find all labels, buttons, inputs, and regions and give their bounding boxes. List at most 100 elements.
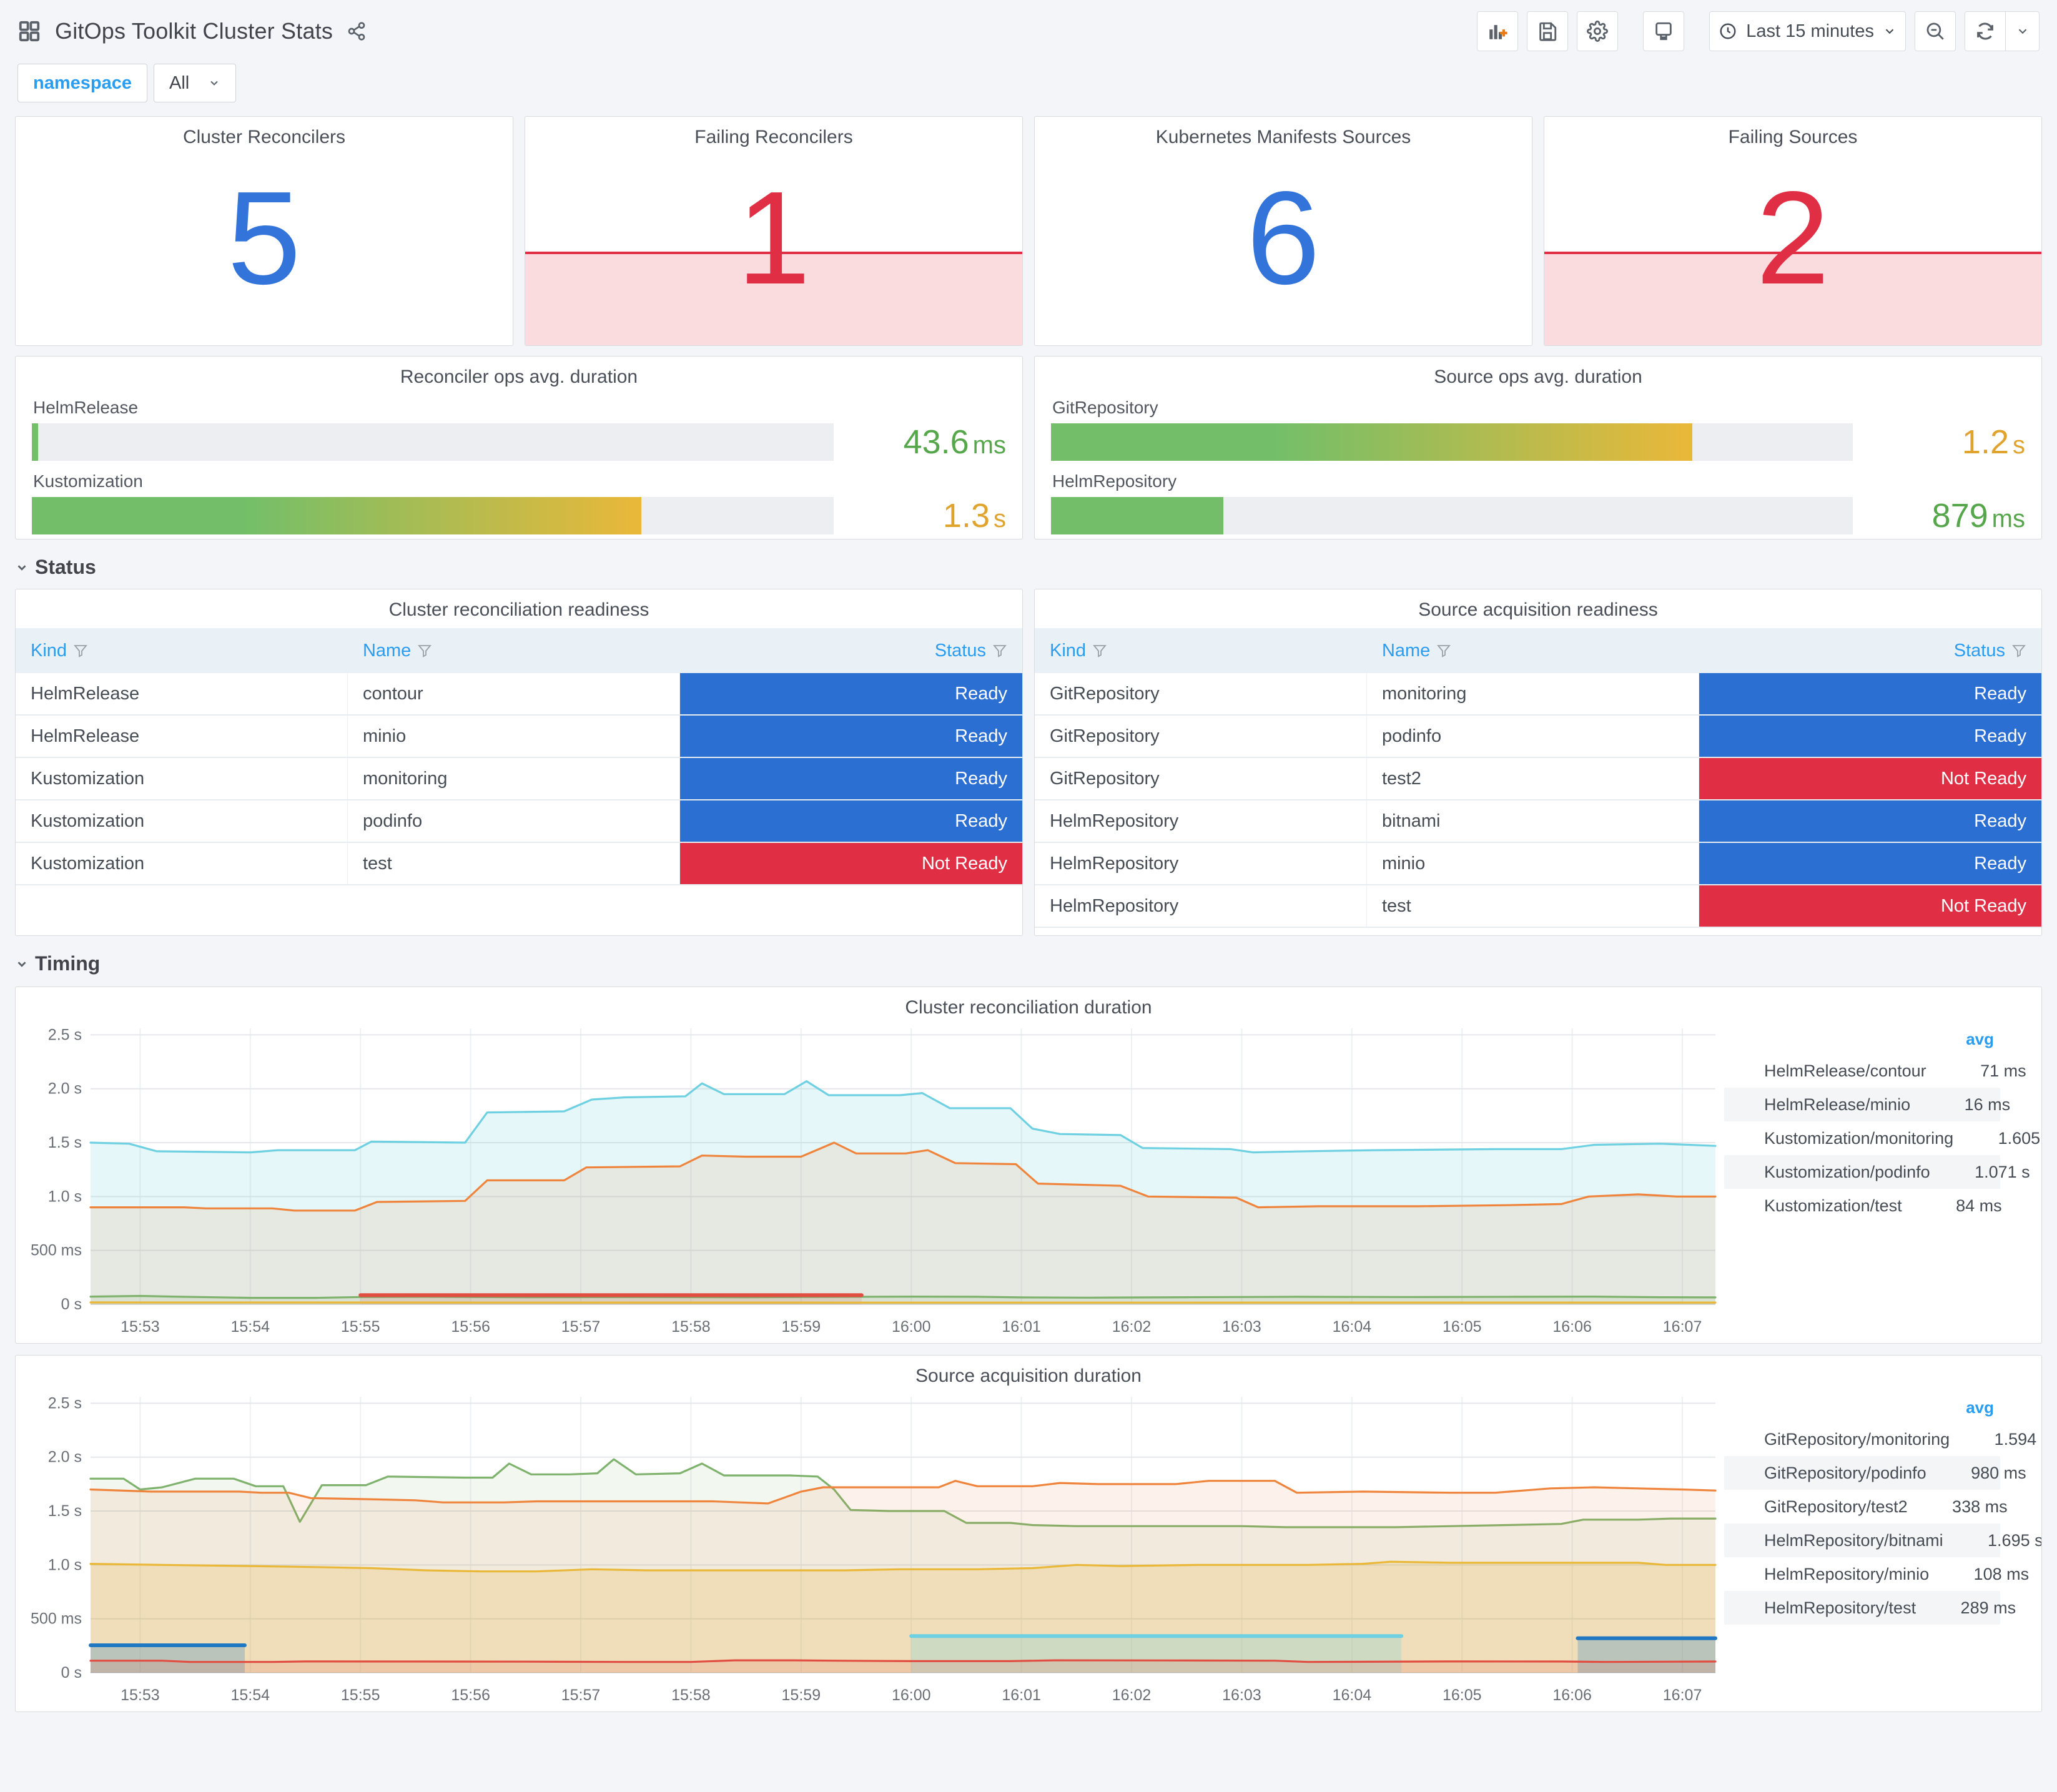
column-header-kind[interactable]: Kind	[16, 641, 348, 661]
legend-item[interactable]: GitRepository/monitoring 1.594 s	[1724, 1422, 2041, 1456]
share-icon[interactable]	[347, 21, 367, 41]
gauge-bar-fill	[32, 423, 39, 461]
filter-funnel-icon[interactable]	[2011, 643, 2026, 658]
gauge-panel-title: Source ops avg. duration	[1434, 367, 1642, 387]
chevron-down-icon	[17, 961, 26, 967]
column-header-label: Kind	[1050, 640, 1087, 661]
table-header-row: Kind Name Status	[1035, 628, 2041, 673]
legend-item[interactable]: Kustomization/monitoring 1.605 s	[1724, 1121, 2041, 1155]
column-header-name[interactable]: Name	[1367, 641, 1699, 661]
legend-item[interactable]: HelmRelease/contour 71 ms	[1724, 1054, 2026, 1088]
status-badge: Ready	[1699, 716, 2041, 757]
add-panel-button[interactable]	[1477, 11, 1519, 51]
legend-avg-value: 980 ms	[1971, 1463, 2026, 1482]
chart-legend: avgGitRepository/monitoring1.594 sGitRep…	[1724, 1387, 2041, 1625]
filter-funnel-icon[interactable]	[1092, 643, 1107, 658]
time-series-plot[interactable]: 15:53 15:54 15:55 15:56 15:57 15:58 15:59 16:00…	[16, 1018, 1724, 1343]
filter-funnel-icon[interactable]	[417, 643, 432, 658]
table-panel-1: Cluster reconciliation readiness Kind Name…	[15, 589, 1023, 936]
filter-funnel-icon[interactable]	[73, 643, 88, 658]
cycle-view-mode-button[interactable]	[1643, 11, 1685, 51]
svg-text:16:02: 16:02	[1112, 1318, 1152, 1336]
svg-text:0 s: 0 s	[61, 1664, 82, 1681]
save-dashboard-button[interactable]	[1527, 11, 1569, 51]
timing-section-header[interactable]: Timing	[15, 952, 2042, 975]
svg-text:16:04: 16:04	[1333, 1318, 1372, 1336]
stat-panels-row: Cluster Reconcilers 5 Failing Reconcilers 1…	[15, 116, 2042, 346]
cell-kind: HelmRepository	[1035, 843, 1367, 884]
legend-series-name: Kustomization/podinfo	[1764, 1162, 1930, 1181]
column-header-label: Name	[362, 640, 412, 661]
zoom-out-time-button[interactable]	[1915, 11, 1956, 51]
cell-kind: GitRepository	[1035, 758, 1367, 799]
refresh-interval-dropdown[interactable]	[2006, 11, 2040, 51]
gauge-value-number: 43.6	[903, 423, 969, 461]
namespace-variable-value: All	[169, 72, 190, 93]
status-badge: Ready	[679, 800, 1022, 842]
svg-text:1.5 s: 1.5 s	[48, 1502, 82, 1520]
svg-text:2.0 s: 2.0 s	[48, 1449, 82, 1466]
filter-funnel-icon[interactable]	[1436, 643, 1451, 658]
gauge-row: 43.6 ms	[32, 423, 1006, 461]
svg-text:15:59: 15:59	[782, 1318, 821, 1336]
dashboard-settings-button[interactable]	[1577, 11, 1619, 51]
svg-text:16:00: 16:00	[892, 1318, 931, 1336]
gauge-row-label: GitRepository	[1052, 398, 1158, 417]
column-header-name[interactable]: Name	[348, 641, 680, 661]
gauge-value: 1.3 s	[850, 496, 1006, 535]
legend-item[interactable]: Kustomization/test 84 ms	[1724, 1189, 2002, 1223]
chart-body: 15:53 15:54 15:55 15:56 15:57 15:58 15:59 16:00…	[16, 1018, 2041, 1343]
legend-item[interactable]: GitRepository/test2 338 ms	[1724, 1490, 2008, 1524]
template-variables-row: namespace All	[0, 57, 2057, 106]
gauge-bar-fill	[1051, 497, 1224, 534]
chart-legend: avg HelmRelease/contour 71 ms HelmRelease/m…	[1724, 1018, 2041, 1223]
column-header-kind[interactable]: Kind	[1035, 641, 1367, 661]
gauge-row: 1.2 s	[1051, 423, 2025, 461]
table-panel-title: Cluster reconciliation readiness	[388, 599, 649, 620]
table-row: Kustomization monitoring Ready	[16, 758, 1022, 800]
legend-item[interactable]: GitRepository/podinfo 980 ms	[1724, 1456, 2026, 1490]
stat-panel-3: Kubernetes Manifests Sources 6	[1034, 116, 1532, 346]
time-range-picker[interactable]: Last 15 minutes	[1709, 11, 1906, 51]
gauge-panel-2: Source ops avg. duration GitRepository 1.2…	[1034, 356, 2042, 539]
status-badge: Ready	[1699, 800, 2041, 842]
svg-text:15:55: 15:55	[341, 1686, 380, 1704]
svg-text:16:07: 16:07	[1663, 1318, 1702, 1336]
status-badge: Ready	[1699, 673, 2041, 714]
readiness-table: Kind Name Status GitRepository monitoring Rea…	[1035, 628, 2041, 928]
stat-value: 2	[1756, 163, 1830, 312]
refresh-button[interactable]	[1965, 11, 2006, 51]
stat-value: 1	[737, 163, 811, 312]
column-header-status[interactable]: Status	[1699, 641, 2041, 661]
column-header-status[interactable]: Status	[680, 641, 1022, 661]
gauge-value: 879 ms	[1869, 496, 2025, 535]
stat-panel-4: Failing Sources 2	[1544, 116, 2042, 346]
stat-panel-title: Kubernetes Manifests Sources	[1155, 127, 1411, 147]
legend-item[interactable]: HelmRelease/minio 16 ms	[1724, 1088, 2010, 1121]
cell-kind: HelmRepository	[1035, 885, 1367, 927]
namespace-variable-select[interactable]: All	[154, 64, 237, 102]
cell-name: monitoring	[1367, 673, 1699, 714]
svg-text:15:58: 15:58	[671, 1318, 711, 1336]
status-badge: Ready	[679, 673, 1022, 714]
legend-item[interactable]: HelmRepository/minio 108 ms	[1724, 1557, 2029, 1591]
cell-name: minio	[1367, 843, 1699, 884]
gauge-bar-fill	[1051, 423, 1693, 461]
dashboards-grid-icon[interactable]	[17, 19, 41, 43]
cell-name: test2	[1367, 758, 1699, 799]
filter-funnel-icon[interactable]	[992, 643, 1007, 658]
time-series-plot[interactable]: 15:53 15:54 15:55 15:56 15:57 15:58 15:59 16:00…	[16, 1387, 1724, 1711]
svg-text:15:53: 15:53	[121, 1686, 160, 1704]
status-section-header[interactable]: Status	[15, 556, 2042, 579]
svg-text:15:58: 15:58	[671, 1686, 711, 1704]
legend-item[interactable]: Kustomization/podinfo 1.071 s	[1724, 1155, 2030, 1189]
status-badge: Ready	[679, 716, 1022, 757]
status-section-label: Status	[35, 556, 96, 578]
legend-avg-value: 1.071 s	[1975, 1162, 2030, 1181]
legend-item[interactable]: HelmRepository/test 289 ms	[1724, 1591, 2016, 1625]
legend-item[interactable]: HelmRepository/bitnami 1.695 s	[1724, 1524, 2041, 1557]
legend-series-name: Kustomization/monitoring	[1764, 1128, 1954, 1148]
legend-avg-header: avg	[1966, 1030, 1994, 1048]
gauge-bar-track	[32, 497, 834, 534]
gauge-value-unit: ms	[1991, 505, 2025, 533]
